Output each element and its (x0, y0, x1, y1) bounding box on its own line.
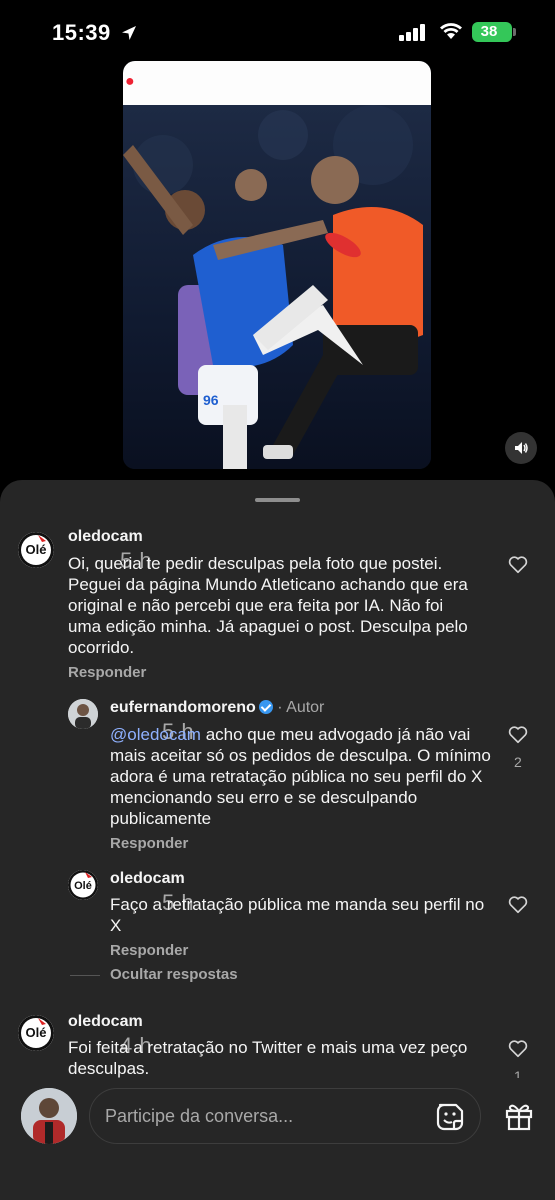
like-heart-icon[interactable] (507, 1037, 529, 1059)
reply-button[interactable]: Responder (110, 835, 188, 852)
comment-username[interactable]: oledocam (110, 870, 185, 887)
battery-level: 38 (480, 23, 498, 40)
comment-meta: oledocam 5 h (110, 870, 194, 915)
clock: 15:39 (52, 20, 111, 45)
author-avatar[interactable] (68, 699, 98, 729)
location-arrow-icon (122, 26, 136, 40)
comment-input-box[interactable] (89, 1088, 481, 1144)
ole-logo-icon: Olé (18, 532, 54, 568)
avatar[interactable]: Olé (18, 532, 54, 568)
svg-text:Olé: Olé (26, 542, 47, 557)
comment-meta: oledocam 5 h (68, 528, 152, 573)
comment-meta: oledocam 4 h (68, 1013, 152, 1058)
comment-username[interactable]: eufernandomoreno (110, 699, 256, 716)
comment-username[interactable]: oledocam (68, 528, 143, 545)
comment-username[interactable]: oledocam (68, 1013, 143, 1030)
like-heart-icon[interactable] (507, 723, 529, 745)
like-heart-icon[interactable] (507, 553, 529, 575)
comment-text: @oledocam acho que meu advogado já não v… (110, 724, 495, 829)
status-bar: 15:39 38 (0, 0, 555, 62)
wifi-icon (440, 23, 462, 39)
svg-text:96: 96 (203, 392, 219, 408)
speaker-icon (515, 442, 528, 454)
battery-indicator: 38 (472, 22, 516, 42)
post-media[interactable]: ● 96 (123, 61, 431, 469)
comment-input[interactable] (105, 1103, 405, 1129)
ole-logo-icon: Olé (68, 870, 98, 900)
verified-badge-icon (258, 700, 273, 714)
avatar[interactable]: Olé (18, 1015, 54, 1051)
author-tag: · Autor (277, 699, 325, 716)
mention-link[interactable]: @oledocam (110, 725, 201, 744)
avatar[interactable]: Olé (68, 870, 98, 900)
comment-composer (0, 1078, 555, 1200)
gift-icon[interactable] (503, 1100, 535, 1132)
sticker-icon[interactable] (434, 1101, 466, 1133)
hide-replies-button[interactable]: Ocultar respostas (110, 966, 238, 983)
cellular-signal-icon (399, 24, 425, 41)
ole-logo-icon: Olé (18, 1015, 54, 1051)
comment-text: Foi feita a retratação no Twitter e mais… (68, 1038, 468, 1078)
comment-text: Oi, queria te pedir desculpas pela foto … (68, 554, 468, 657)
svg-text:Olé: Olé (26, 1025, 47, 1040)
comment-meta: eufernandomoreno 5 h · Autor (110, 699, 325, 744)
like-heart-icon[interactable] (507, 893, 529, 915)
reply-button[interactable]: Responder (68, 664, 146, 681)
sheet-drag-handle[interactable] (255, 498, 300, 502)
sound-toggle-button[interactable] (505, 432, 537, 464)
current-user-avatar[interactable] (21, 1088, 77, 1144)
reply-button[interactable]: Responder (110, 942, 188, 959)
person-photo (68, 699, 98, 729)
person-photo (21, 1088, 77, 1144)
football-photo: 96 (123, 105, 431, 469)
like-count: 2 (514, 754, 522, 770)
boxing-glove-icon: ● (125, 73, 135, 90)
svg-text:Olé: Olé (74, 880, 92, 892)
hide-replies-divider (70, 975, 100, 976)
media-header-strip: ● (123, 61, 431, 105)
comment-text: Faço a retratação pública me manda seu p… (110, 895, 485, 935)
